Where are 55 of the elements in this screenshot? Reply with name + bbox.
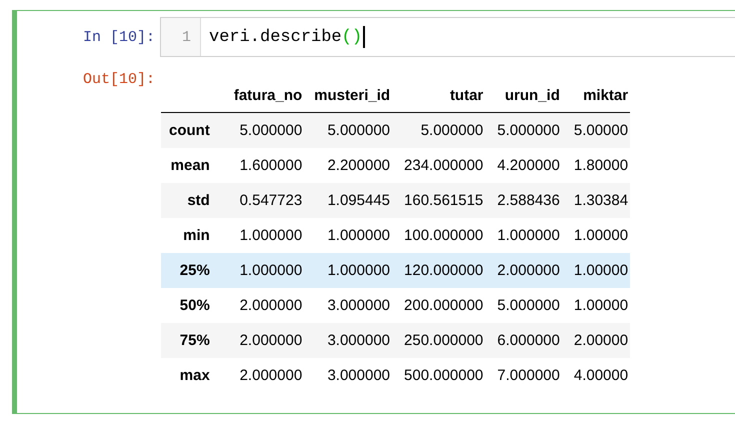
text-cursor [363,26,366,48]
table-cell: 2.588436 [483,183,560,218]
row-label: max [161,358,222,393]
table-cell: 2.000000 [483,253,560,288]
row-label: min [161,218,222,253]
table-cell: 1.000000 [483,218,560,253]
row-label: 25% [161,253,222,288]
table-cell: 1.80000 [560,148,630,183]
table-cell: 1.000000 [302,253,390,288]
table-cell: 3.000000 [302,323,390,358]
table-cell: 4.00000 [560,358,630,393]
table-cell: 120.000000 [390,253,484,288]
table-cell: 5.000000 [222,112,302,148]
table-cell: 1.600000 [222,148,302,183]
table-cell: 1.095445 [302,183,390,218]
table-cell: 250.000000 [390,323,484,358]
code-line: veri.describe() [209,28,362,46]
row-label: 50% [161,288,222,323]
table-cell: 1.30384 [560,183,630,218]
table-cell: 0.547723 [222,183,302,218]
table-cell: 2.000000 [222,323,302,358]
row-label: mean [161,148,222,183]
table-cell: 1.000000 [302,218,390,253]
table-cell: 3.000000 [302,288,390,323]
table-cell: 1.00000 [560,253,630,288]
table-cell: 1.00000 [560,288,630,323]
table-cell: 2.00000 [560,323,630,358]
table-cell: 5.000000 [483,288,560,323]
table-cell: 5.000000 [483,112,560,148]
table-cell: 1.00000 [560,218,630,253]
output-prompt: Out[10]: [82,70,156,88]
table-cell: 2.200000 [302,148,390,183]
table-cell: 5.000000 [302,112,390,148]
table-cell: 2.000000 [222,358,302,393]
table-cell: 200.000000 [390,288,484,323]
table-cell: 7.000000 [483,358,560,393]
table-cell: 6.000000 [483,323,560,358]
table-cell: 1.000000 [222,253,302,288]
row-label: count [161,112,222,148]
table-cell: 1.000000 [222,218,302,253]
row-label: std [161,183,222,218]
table-cell: 500.000000 [390,358,484,393]
input-prompt: In [10]: [82,28,156,46]
row-label: 75% [161,323,222,358]
table-cell: 100.000000 [390,218,484,253]
table-cell: 160.561515 [390,183,484,218]
table-cell: 234.000000 [390,148,484,183]
notebook-cell[interactable] [12,10,735,414]
code-editor[interactable]: 1 veri.describe() [160,17,735,57]
table-cell: 3.000000 [302,358,390,393]
table-cell: 5.000000 [390,112,484,148]
table-cell: 4.200000 [483,148,560,183]
table-cell: 2.000000 [222,288,302,323]
table-cell: 5.00000 [560,112,630,148]
line-number: 1 [182,28,191,46]
